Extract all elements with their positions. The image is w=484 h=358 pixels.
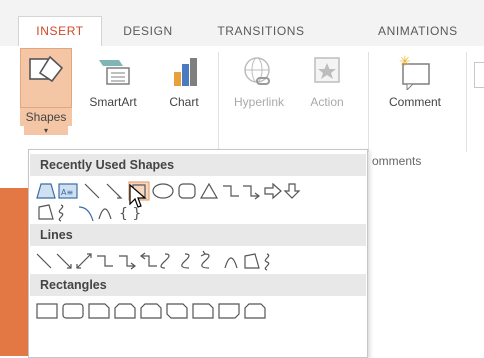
globe-link-icon [244, 57, 270, 85]
shapes-gallery-dropdown: Recently Used Shapes A≡ {} Lines Rectan… [28, 149, 368, 358]
star-action-icon [314, 57, 340, 83]
section-lines: Lines [30, 224, 366, 246]
ribbon-separator [218, 52, 219, 152]
slide-thumbnail-strip [0, 176, 30, 356]
ribbon-tab-bar: INSERT DESIGN TRANSITIONS ANIMATIONS [0, 0, 484, 47]
lines-icons-row[interactable] [35, 250, 365, 272]
shapes-icon [29, 55, 64, 83]
smartart-button[interactable]: SmartArt [84, 54, 142, 109]
shapes-button[interactable] [20, 48, 72, 108]
recent-shapes-row-2: { } [35, 201, 365, 222]
svg-text:✳: ✳ [399, 54, 411, 70]
comment-label: Comment [388, 95, 441, 109]
new-comment-icon: ✳ [399, 54, 430, 92]
recent-shapes-row-1: A≡ [35, 180, 365, 202]
action-label: Action [310, 95, 344, 109]
bar-chart-icon [174, 58, 197, 86]
tab-animations[interactable]: ANIMATIONS [338, 17, 484, 45]
shapes-label: Shapes [20, 108, 72, 126]
chart-label: Chart [169, 95, 199, 109]
comment-button[interactable]: ✳ Comment [374, 54, 456, 109]
hyperlink-label: Hyperlink [233, 95, 284, 109]
smartart-icon [99, 60, 130, 85]
recent-shapes-icons-row-1[interactable]: A≡ [35, 180, 365, 202]
svg-text:A≡: A≡ [61, 188, 73, 197]
rectangles-row [35, 300, 365, 320]
section-rectangles: Rectangles [30, 274, 366, 296]
chevron-down-icon: ▾ [24, 126, 68, 135]
shapes-label-wrap[interactable]: Shapes ▾ [20, 106, 72, 135]
tab-insert[interactable]: INSERT [18, 16, 102, 47]
chart-button[interactable]: Chart [160, 54, 208, 109]
hyperlink-button[interactable]: Hyperlink [226, 54, 292, 109]
ribbon-separator [368, 52, 369, 152]
action-button[interactable]: Action [296, 54, 358, 109]
next-group-edge [474, 62, 484, 88]
lines-row [35, 250, 365, 272]
ribbon-separator [466, 52, 467, 152]
smartart-label: SmartArt [89, 95, 137, 109]
comments-group-label: omments [372, 154, 422, 168]
section-recently-used: Recently Used Shapes [30, 154, 366, 176]
slide-gap [0, 176, 30, 188]
mouse-pointer-icon [129, 183, 149, 215]
tab-design[interactable]: DESIGN [112, 17, 184, 45]
rectangles-icons-row[interactable] [35, 300, 365, 322]
tab-transitions[interactable]: TRANSITIONS [196, 17, 326, 45]
